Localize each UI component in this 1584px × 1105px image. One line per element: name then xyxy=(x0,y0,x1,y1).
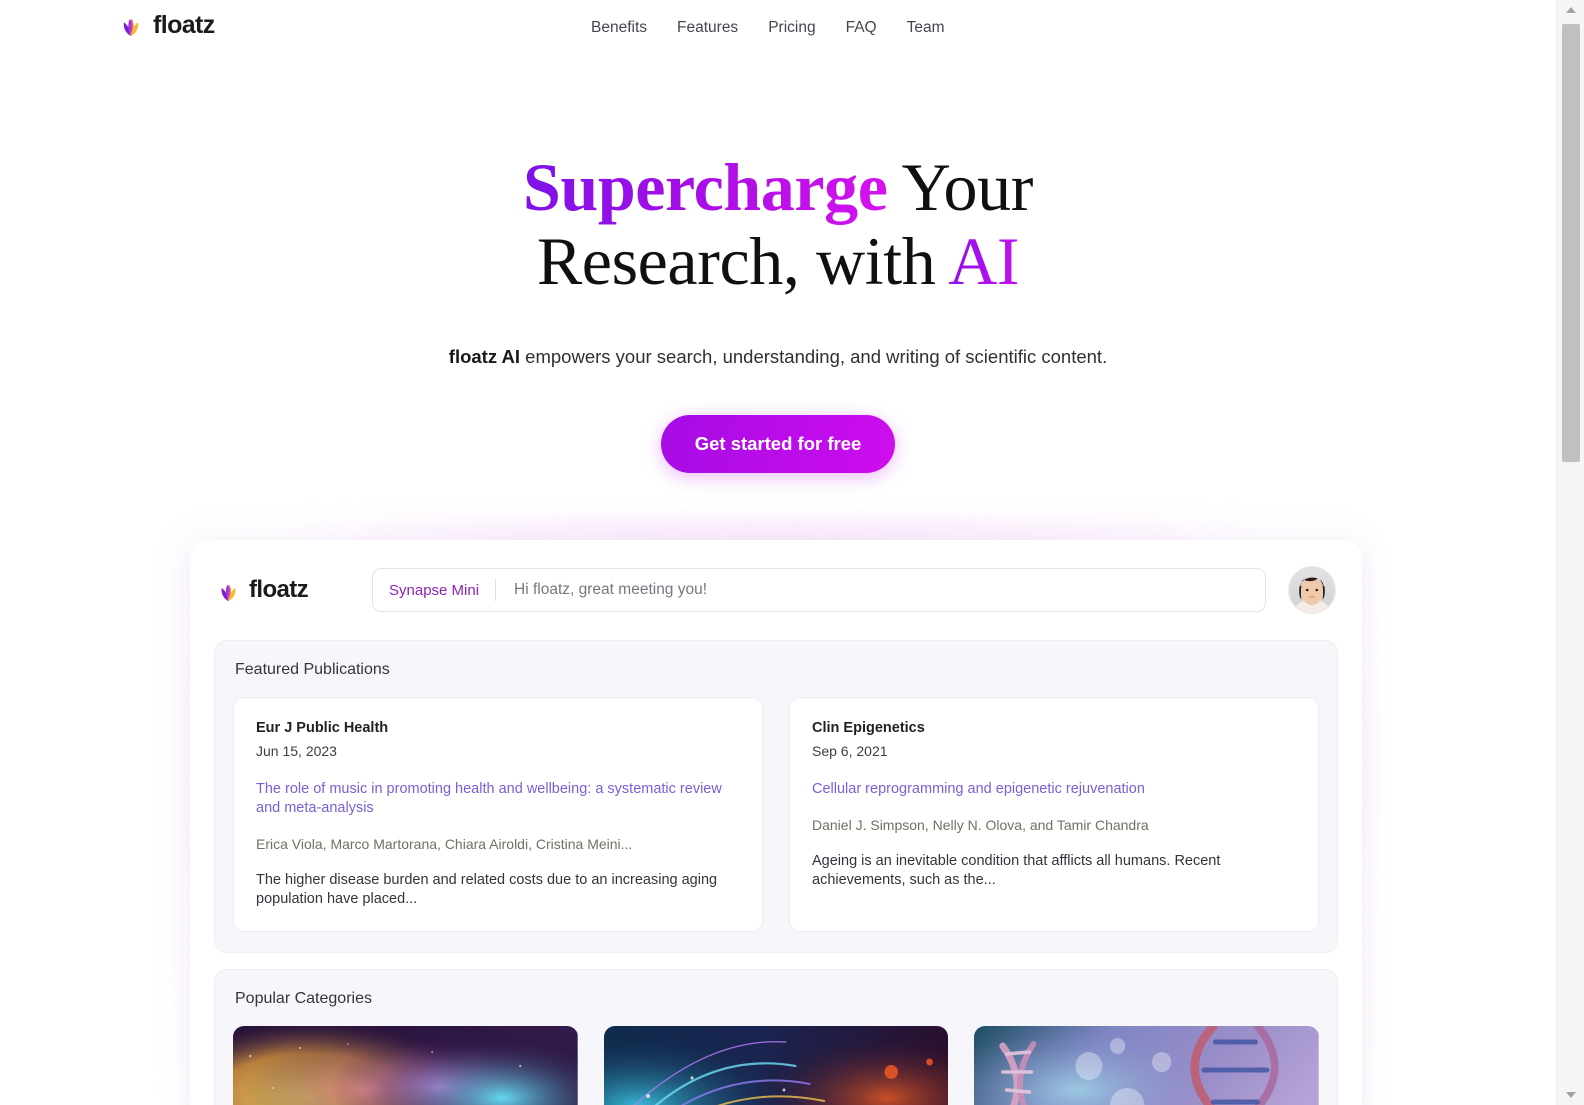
publication-title-link[interactable]: Cellular reprogramming and epigenetic re… xyxy=(812,780,1296,799)
vertical-scrollbar[interactable] xyxy=(1556,0,1584,1105)
popular-categories-section: Popular Categories xyxy=(214,969,1338,1105)
publication-title-link[interactable]: The role of music in promoting health an… xyxy=(256,780,740,818)
publication-card[interactable]: Clin Epigenetics Sep 6, 2021 Cellular re… xyxy=(789,697,1319,932)
hero-title-plain-1: Your xyxy=(887,149,1034,225)
avatar[interactable] xyxy=(1288,566,1336,614)
scroll-thumb[interactable] xyxy=(1562,24,1580,462)
section-title-featured: Featured Publications xyxy=(235,661,390,678)
brand-name: floatz xyxy=(153,10,215,39)
featured-publications-section: Featured Publications Eur J Public Healt… xyxy=(214,640,1338,953)
nav-link-features[interactable]: Features xyxy=(662,18,753,38)
nav-link-pricing[interactable]: Pricing xyxy=(753,18,830,38)
app-search-bar[interactable]: Synapse Mini xyxy=(372,568,1266,612)
nav-link-team[interactable]: Team xyxy=(892,18,960,38)
scroll-up-arrow-icon[interactable] xyxy=(1557,0,1584,20)
publication-journal: Clin Epigenetics xyxy=(812,720,925,736)
publication-grid: Eur J Public Health Jun 15, 2023 The rol… xyxy=(233,697,1319,932)
hero-section: Supercharge Your Research, with AI float… xyxy=(0,150,1556,473)
physics-light-trails-image xyxy=(603,1026,949,1105)
page-title: Supercharge Your Research, with AI xyxy=(0,150,1556,298)
app-preview-panel: floatz Synapse Mini Hi floatz, great mee… xyxy=(190,540,1362,1105)
lotus-icon xyxy=(216,578,241,603)
hero-title-ai: AI xyxy=(948,223,1020,299)
hero-subtitle: floatz AI empowers your search, understa… xyxy=(0,344,1556,370)
nav-link-faq[interactable]: FAQ xyxy=(831,18,892,38)
publication-authors: Daniel J. Simpson, Nelly N. Olova, and T… xyxy=(812,817,1149,833)
top-navigation-bar: floatz Benefits Features Pricing FAQ Tea… xyxy=(0,0,1556,57)
publication-journal: Eur J Public Health xyxy=(256,720,389,736)
app-brand-logo[interactable]: floatz xyxy=(216,578,344,603)
lotus-icon xyxy=(118,12,144,38)
get-started-button[interactable]: Get started for free xyxy=(660,415,896,473)
category-card[interactable] xyxy=(974,1026,1320,1105)
browser-page: floatz Benefits Features Pricing FAQ Tea… xyxy=(0,0,1584,1105)
hero-subtitle-strong: floatz AI xyxy=(448,346,521,367)
search-input[interactable] xyxy=(496,581,1249,599)
publication-authors: Erica Viola, Marco Martorana, Chiara Air… xyxy=(256,836,633,852)
publication-abstract: Ageing is an inevitable condition that a… xyxy=(812,853,1221,888)
app-brand-name: floatz xyxy=(249,576,309,603)
hero-title-plain-2: Research, with xyxy=(536,223,949,299)
publication-card[interactable]: Eur J Public Health Jun 15, 2023 The rol… xyxy=(233,697,763,932)
nav-links: Benefits Features Pricing FAQ Team xyxy=(591,18,960,38)
category-grid xyxy=(233,1026,1320,1105)
app-topbar: floatz Synapse Mini xyxy=(190,540,1362,640)
publication-date: Jun 15, 2023 xyxy=(256,743,337,759)
category-card[interactable] xyxy=(233,1026,578,1105)
hero-title-highlight: Supercharge xyxy=(523,149,888,225)
scroll-down-arrow-icon[interactable] xyxy=(1557,1085,1584,1105)
section-title-categories: Popular Categories xyxy=(235,990,372,1007)
biology-dna-helix-image xyxy=(974,1026,1320,1105)
brand-logo-link[interactable]: floatz xyxy=(118,12,215,38)
nav-link-benefits[interactable]: Benefits xyxy=(591,18,662,38)
publication-abstract: The higher disease burden and related co… xyxy=(256,872,718,907)
page-viewport: floatz Benefits Features Pricing FAQ Tea… xyxy=(0,0,1556,1105)
category-card[interactable] xyxy=(603,1026,949,1105)
cta-container: Get started for free xyxy=(0,415,1556,473)
model-selector-label[interactable]: Synapse Mini xyxy=(389,582,495,599)
publication-date: Sep 6, 2021 xyxy=(812,743,888,759)
chemistry-colorful-smoke-image xyxy=(233,1026,578,1105)
hero-subtitle-rest: empowers your search, understanding, and… xyxy=(520,346,1108,367)
